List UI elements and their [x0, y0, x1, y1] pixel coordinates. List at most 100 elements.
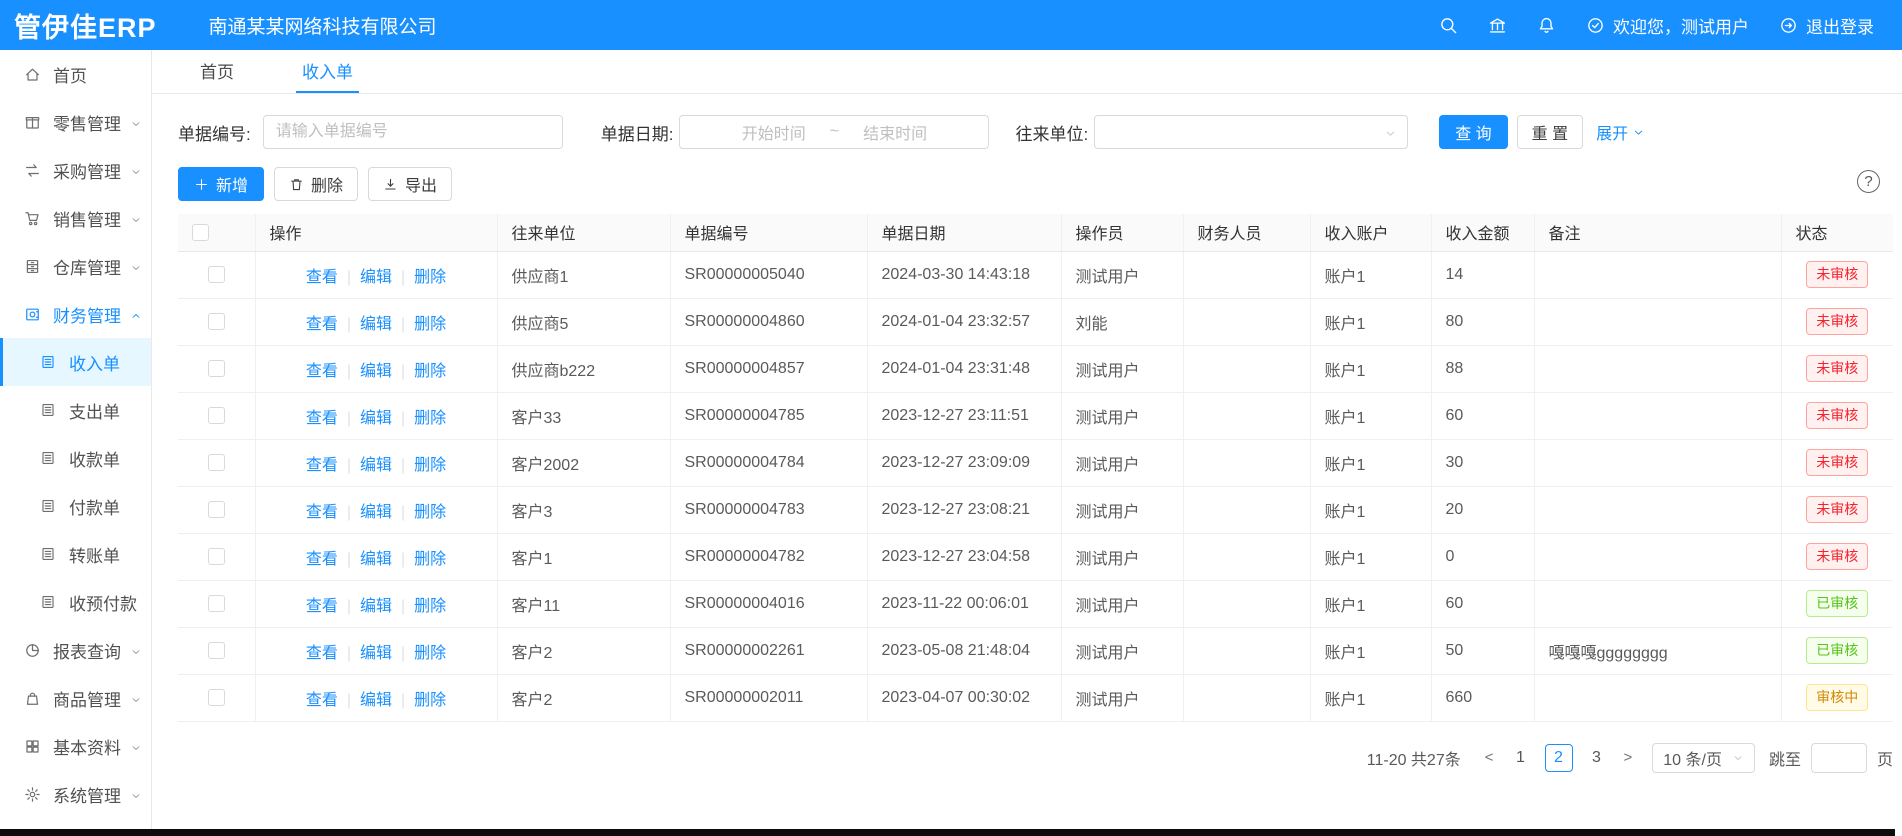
date-end-input[interactable]: 结束时间	[863, 120, 927, 144]
search-icon[interactable]	[1439, 16, 1458, 35]
column-header-5: 财务人员	[1183, 214, 1310, 251]
sidebar-item-finance[interactable]: 财务管理	[0, 290, 151, 338]
view-link[interactable]: 查看	[306, 457, 338, 474]
prev-page-button[interactable]: <	[1477, 749, 1502, 766]
sidebar-item-label: 报表查询	[53, 638, 121, 663]
sidebar-subitem-transfer[interactable]: 转账单	[0, 530, 151, 578]
company-name: 南通某某网络科技有限公司	[209, 12, 437, 39]
row-checkbox[interactable]	[208, 313, 225, 330]
delete-link[interactable]: 删除	[414, 269, 446, 286]
sidebar-item-retail[interactable]: 零售管理	[0, 98, 151, 146]
delete-button[interactable]: 删除	[274, 167, 358, 201]
logout-button[interactable]: 退出登录	[1779, 13, 1874, 38]
reset-button[interactable]: 重 置	[1517, 115, 1583, 149]
delete-link[interactable]: 删除	[414, 410, 446, 427]
edit-link[interactable]: 编辑	[360, 410, 392, 427]
tab-income-receipt[interactable]: 收入单	[296, 50, 359, 93]
sidebar-item-purchase[interactable]: 采购管理	[0, 146, 151, 194]
account-cell: 账户1	[1310, 627, 1431, 674]
amount-cell: 0	[1431, 533, 1534, 580]
sidebar-item-report[interactable]: 报表查询	[0, 626, 151, 674]
delete-link[interactable]: 删除	[414, 645, 446, 662]
sidebar-subitem-payment[interactable]: 付款单	[0, 482, 151, 530]
edit-link[interactable]: 编辑	[360, 363, 392, 380]
sidebar-item-warehouse[interactable]: 仓库管理	[0, 242, 151, 290]
page-number-button-3[interactable]: 3	[1583, 744, 1611, 772]
edit-link[interactable]: 编辑	[360, 316, 392, 333]
delete-link[interactable]: 删除	[414, 551, 446, 568]
row-checkbox[interactable]	[208, 642, 225, 659]
page-number-button-2[interactable]: 2	[1545, 744, 1573, 772]
view-link[interactable]: 查看	[306, 316, 338, 333]
delete-link[interactable]: 删除	[414, 457, 446, 474]
row-checkbox[interactable]	[208, 407, 225, 424]
delete-link[interactable]: 删除	[414, 316, 446, 333]
action-separator: |	[347, 269, 351, 286]
date-range-picker[interactable]: 开始时间 ~ 结束时间	[679, 115, 989, 149]
sidebar-item-sales[interactable]: 销售管理	[0, 194, 151, 242]
notification-bell-icon[interactable]	[1537, 16, 1556, 35]
export-button[interactable]: 导出	[368, 167, 452, 201]
account-cell: 账户1	[1310, 345, 1431, 392]
sidebar-item-basic[interactable]: 基本资料	[0, 722, 151, 770]
table-row: 查看|编辑|删除供应商1SR000000050402024-03-30 14:4…	[178, 251, 1893, 298]
sidebar-item-system[interactable]: 系统管理	[0, 770, 151, 818]
jump-page-input[interactable]	[1811, 743, 1867, 773]
expand-filters-link[interactable]: 展开	[1596, 120, 1645, 144]
status-badge: 审核中	[1806, 684, 1868, 710]
view-link[interactable]: 查看	[306, 551, 338, 568]
export-icon	[383, 177, 398, 192]
search-button[interactable]: 查 询	[1439, 115, 1507, 149]
page-size-select[interactable]: 10 条/页	[1652, 743, 1755, 773]
edit-link[interactable]: 编辑	[360, 504, 392, 521]
delete-link[interactable]: 删除	[414, 363, 446, 380]
edit-link[interactable]: 编辑	[360, 551, 392, 568]
sidebar-subitem-expense[interactable]: 支出单	[0, 386, 151, 434]
row-checkbox[interactable]	[208, 501, 225, 518]
delete-link[interactable]: 删除	[414, 692, 446, 709]
sidebar-subitem-income[interactable]: 收入单	[0, 338, 151, 386]
edit-link[interactable]: 编辑	[360, 269, 392, 286]
view-link[interactable]: 查看	[306, 410, 338, 427]
action-separator: |	[347, 504, 351, 521]
page-number-button-1[interactable]: 1	[1507, 744, 1535, 772]
view-link[interactable]: 查看	[306, 504, 338, 521]
row-checkbox-cell	[178, 533, 255, 580]
welcome-user[interactable]: 欢迎您，测试用户	[1586, 13, 1749, 38]
sidebar-subitem-prepaid[interactable]: 收预付款	[0, 578, 151, 626]
delete-link[interactable]: 删除	[414, 504, 446, 521]
add-button[interactable]: 新增	[178, 167, 264, 201]
edit-link[interactable]: 编辑	[360, 457, 392, 474]
view-link[interactable]: 查看	[306, 645, 338, 662]
row-checkbox[interactable]	[208, 266, 225, 283]
chevron-down-icon	[130, 115, 142, 135]
help-icon[interactable]: ?	[1857, 170, 1880, 193]
view-link[interactable]: 查看	[306, 363, 338, 380]
sidebar-item-home[interactable]: 首页	[0, 50, 151, 98]
select-all-checkbox[interactable]	[192, 224, 209, 241]
bill-no-input[interactable]	[263, 115, 563, 149]
row-checkbox[interactable]	[208, 595, 225, 612]
sidebar-subitem-receipt[interactable]: 收款单	[0, 434, 151, 482]
row-checkbox[interactable]	[208, 360, 225, 377]
view-link[interactable]: 查看	[306, 269, 338, 286]
edit-link[interactable]: 编辑	[360, 692, 392, 709]
row-checkbox[interactable]	[208, 548, 225, 565]
bank-icon[interactable]	[1488, 16, 1507, 35]
status-cell: 未审核	[1781, 392, 1893, 439]
edit-link[interactable]: 编辑	[360, 598, 392, 615]
edit-link[interactable]: 编辑	[360, 645, 392, 662]
tab-home[interactable]: 首页	[194, 50, 240, 93]
delete-link[interactable]: 删除	[414, 598, 446, 615]
next-page-button[interactable]: >	[1616, 749, 1641, 766]
view-link[interactable]: 查看	[306, 598, 338, 615]
row-checkbox[interactable]	[208, 454, 225, 471]
sidebar-item-goods[interactable]: 商品管理	[0, 674, 151, 722]
action-separator: |	[347, 457, 351, 474]
date-start-input[interactable]: 开始时间	[742, 120, 806, 144]
row-checkbox[interactable]	[208, 689, 225, 706]
partner-cell: 客户3	[497, 486, 670, 533]
chevron-down-icon	[130, 739, 142, 759]
partner-select[interactable]	[1094, 115, 1408, 149]
view-link[interactable]: 查看	[306, 692, 338, 709]
